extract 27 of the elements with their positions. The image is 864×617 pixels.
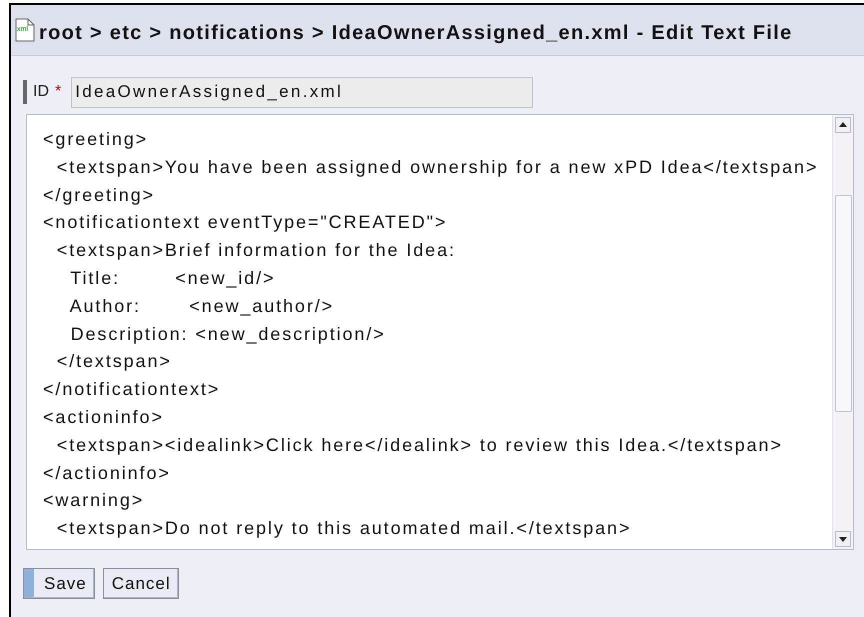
text-editor-field[interactable] — [26, 114, 854, 550]
code-line: Description: <new_description/> — [70, 322, 387, 346]
code-line: <textspan>Brief information for the Idea: — [56, 239, 457, 262]
code-line: </actioninfo> — [43, 462, 172, 485]
code-line: <notificationtext eventType="CREATED"> — [43, 211, 448, 234]
save-button[interactable]: Save — [23, 568, 95, 599]
code-line: Title: <new_id/> — [69, 266, 276, 290]
field-marker — [23, 80, 27, 104]
page-title: root > etc > notifications > IdeaOwnerAssigned_en.xml - Edit Text File — [39, 22, 793, 44]
scroll-up-icon[interactable] — [835, 117, 851, 133]
code-line: </textspan> — [56, 350, 173, 374]
scrollbar-thumb[interactable] — [835, 195, 852, 412]
code-line: <actioninfo> — [43, 406, 165, 429]
code-line: </notificationtext> — [43, 378, 222, 402]
code-line: <greeting> — [43, 128, 150, 151]
code-line: <warning> — [43, 489, 146, 512]
cancel-button[interactable]: Cancel — [102, 568, 179, 599]
code-line: Author: <new_author/> — [68, 294, 336, 318]
code-line: </greeting> — [43, 184, 156, 207]
required-mark: * — [55, 83, 62, 101]
scroll-down-icon[interactable] — [835, 531, 851, 547]
code-line: <textspan><idealink>Click here</idealink> to review this Idea.</textspan> — [56, 434, 784, 457]
code-line: <textspan>Do not reply to this automated mail.</textspan> — [56, 517, 632, 540]
code-line: <textspan>You have been assigned ownership for a new xPD Idea</textspan> — [56, 156, 820, 179]
id-label: ID — [33, 83, 49, 101]
id-input-field[interactable]: IdeaOwnerAssigned_en.xml — [71, 76, 534, 108]
vertical-scrollbar[interactable] — [832, 115, 853, 549]
